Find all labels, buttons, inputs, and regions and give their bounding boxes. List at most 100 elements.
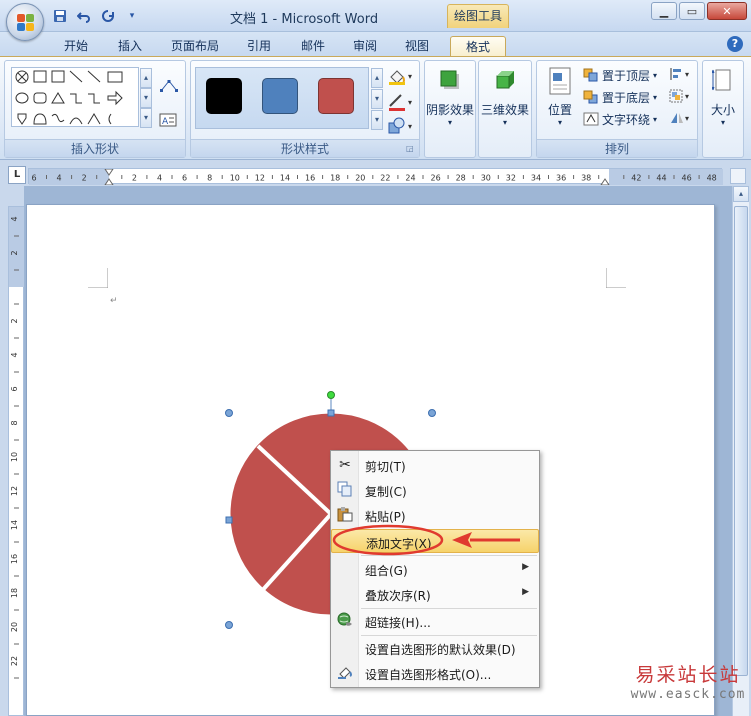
- shapes-gallery[interactable]: ▴ ▾ ▾: [11, 67, 152, 128]
- copy-icon: [336, 481, 354, 499]
- styles-more[interactable]: ▾: [371, 110, 383, 130]
- tab-references[interactable]: 引用: [236, 36, 282, 56]
- tab-selector-button[interactable]: L: [8, 166, 26, 184]
- edit-shape-icon[interactable]: [159, 79, 179, 96]
- ruler-tick-label: 16: [305, 174, 315, 183]
- help-icon[interactable]: ?: [727, 36, 743, 52]
- tab-page-layout[interactable]: 页面布局: [162, 36, 228, 56]
- redo-icon[interactable]: [98, 7, 118, 25]
- dialog-launcher-icon[interactable]: ◲: [406, 144, 416, 154]
- minimize-button[interactable]: ▁: [651, 2, 677, 20]
- ruler-tick-label: 18: [330, 174, 340, 183]
- svg-text:▾: ▾: [685, 70, 689, 79]
- shape-outline-icon[interactable]: ▾: [387, 93, 415, 114]
- ruler-tick-label: 42: [631, 174, 641, 183]
- ruler-tick-label: 2: [132, 174, 137, 183]
- office-button[interactable]: [6, 3, 44, 41]
- style-swatch-red[interactable]: [318, 78, 354, 114]
- ruler-tick-label: 26: [431, 174, 441, 183]
- menu-item-format-shape[interactable]: 设置自选图形格式(O)...: [331, 661, 539, 685]
- menu-item-hyperlink[interactable]: 超链接(H)...: [331, 609, 539, 633]
- menu-item-set-default[interactable]: 设置自选图形的默认效果(D): [331, 636, 539, 660]
- menu-item-copy[interactable]: 复制(C): [331, 478, 539, 502]
- ruler-tick-label: 48: [707, 174, 717, 183]
- ruler-tick-label: 6: [182, 174, 187, 183]
- resize-handle-nw[interactable]: [225, 409, 233, 417]
- ruler-tick-label: 20: [10, 622, 19, 632]
- office-logo-icon: [17, 14, 35, 32]
- ribbon: ▴ ▾ ▾ A 插入形状 ▴ ▾ ▾ ▾ ▾ ▾ 形状样式 ◲ 阴影效果 ▾ 三…: [0, 56, 751, 160]
- view-ruler-icon[interactable]: [730, 168, 746, 184]
- size-button[interactable]: 大小 ▾: [703, 65, 743, 127]
- wrap-text-button[interactable]: 文字环绕 ▾: [583, 109, 657, 129]
- styles-scroll-down[interactable]: ▾: [371, 89, 383, 109]
- position-button[interactable]: 位置 ▾: [539, 65, 581, 127]
- tab-mailings[interactable]: 邮件: [290, 36, 336, 56]
- svg-text:A: A: [162, 117, 169, 127]
- horizontal-ruler[interactable]: 6 4 2 2 4 6 8 10 12 14 16 18 20 22 24 26 28 30 32 34 36 38 42 4…: [28, 168, 725, 186]
- tab-review[interactable]: 审阅: [342, 36, 388, 56]
- shape-styles-gallery[interactable]: ▴ ▾ ▾: [195, 67, 383, 130]
- customize-icon[interactable]: ▾: [122, 7, 142, 25]
- bring-to-front-button[interactable]: 置于顶层 ▾: [583, 65, 657, 85]
- ruler-tick-label: 44: [656, 174, 666, 183]
- vertical-scrollbar[interactable]: ▴: [732, 186, 749, 716]
- shadow-effects-button[interactable]: 阴影效果 ▾: [425, 65, 475, 127]
- menu-item-order[interactable]: 叠放次序(R) ▶: [331, 582, 539, 606]
- styles-scroll-up[interactable]: ▴: [371, 68, 383, 88]
- shape-fill-icon[interactable]: ▾: [387, 67, 415, 88]
- 3d-effects-button[interactable]: 三维效果 ▾: [479, 65, 531, 127]
- rotation-handle[interactable]: [327, 391, 335, 399]
- tab-insert[interactable]: 插入: [106, 36, 154, 56]
- ruler-tick-label: 20: [355, 174, 365, 183]
- send-back-icon: [583, 90, 598, 104]
- size-icon: [711, 67, 734, 93]
- ruler-tick-label: 36: [556, 174, 566, 183]
- tab-home[interactable]: 开始: [52, 36, 100, 56]
- ruler-tick-label: 18: [10, 588, 19, 598]
- text-box-icon[interactable]: A: [159, 113, 177, 130]
- annotation-overlay: [332, 524, 520, 556]
- tab-format[interactable]: 格式: [450, 36, 506, 56]
- vertical-ruler[interactable]: 4 2 2 4 6 8 10 12 14 16 18 20 22: [8, 206, 25, 716]
- group-arrange: 位置 ▾ 置于顶层 ▾ 置于底层 ▾ 文字环绕 ▾ ▾ ▾ ▾ 排列: [536, 60, 698, 158]
- group-label-shape-styles: 形状样式: [191, 139, 419, 157]
- right-indent-marker[interactable]: [600, 178, 610, 186]
- resize-handle-sw[interactable]: [225, 621, 233, 629]
- svg-text:▾: ▾: [685, 114, 689, 123]
- shadow-icon: [437, 67, 463, 93]
- resize-handle-n[interactable]: [327, 409, 335, 417]
- svg-text:▾: ▾: [408, 72, 412, 81]
- gallery-scroll-up[interactable]: ▴: [140, 68, 152, 88]
- group-objects-icon[interactable]: ▾: [669, 89, 693, 106]
- position-icon: [548, 67, 572, 95]
- change-shape-icon[interactable]: ▾: [387, 117, 415, 138]
- menu-item-cut[interactable]: ✂ 剪切(T): [331, 453, 539, 477]
- resize-handle-w[interactable]: [225, 516, 233, 524]
- svg-text:▾: ▾: [408, 122, 412, 131]
- watermark: 易采站长站 www.easck.com: [630, 664, 746, 702]
- ruler-tick-label: 6: [10, 386, 19, 391]
- save-icon[interactable]: [50, 7, 70, 25]
- gallery-scroll-down[interactable]: ▾: [140, 88, 152, 108]
- ruler-tick-label: 2: [82, 174, 87, 183]
- rotate-icon[interactable]: ▾: [669, 111, 693, 128]
- scroll-thumb[interactable]: [734, 206, 748, 676]
- group-size: 大小 ▾: [702, 60, 744, 158]
- format-shape-icon: [336, 664, 354, 682]
- tab-view[interactable]: 视图: [394, 36, 440, 56]
- close-button[interactable]: ✕: [707, 2, 747, 20]
- scroll-up-button[interactable]: ▴: [733, 186, 749, 202]
- ruler-tick-label: 10: [230, 174, 240, 183]
- gallery-more[interactable]: ▾: [140, 108, 152, 128]
- style-swatch-blue[interactable]: [262, 78, 298, 114]
- align-icon[interactable]: ▾: [669, 67, 693, 84]
- resize-handle-ne[interactable]: [428, 409, 436, 417]
- style-swatch-black[interactable]: [206, 78, 242, 114]
- undo-icon[interactable]: [74, 7, 94, 25]
- svg-text:▾: ▾: [408, 98, 412, 107]
- horizontal-ruler-ticks: 6 4 2 2 4 6 8 10 12 14 16 18 20 22 24 26 28 30 32 34 36 38 42 4…: [29, 168, 725, 186]
- maximize-button[interactable]: ▭: [679, 2, 705, 20]
- send-to-back-button[interactable]: 置于底层 ▾: [583, 87, 657, 107]
- ruler-tick-label: 22: [10, 656, 19, 666]
